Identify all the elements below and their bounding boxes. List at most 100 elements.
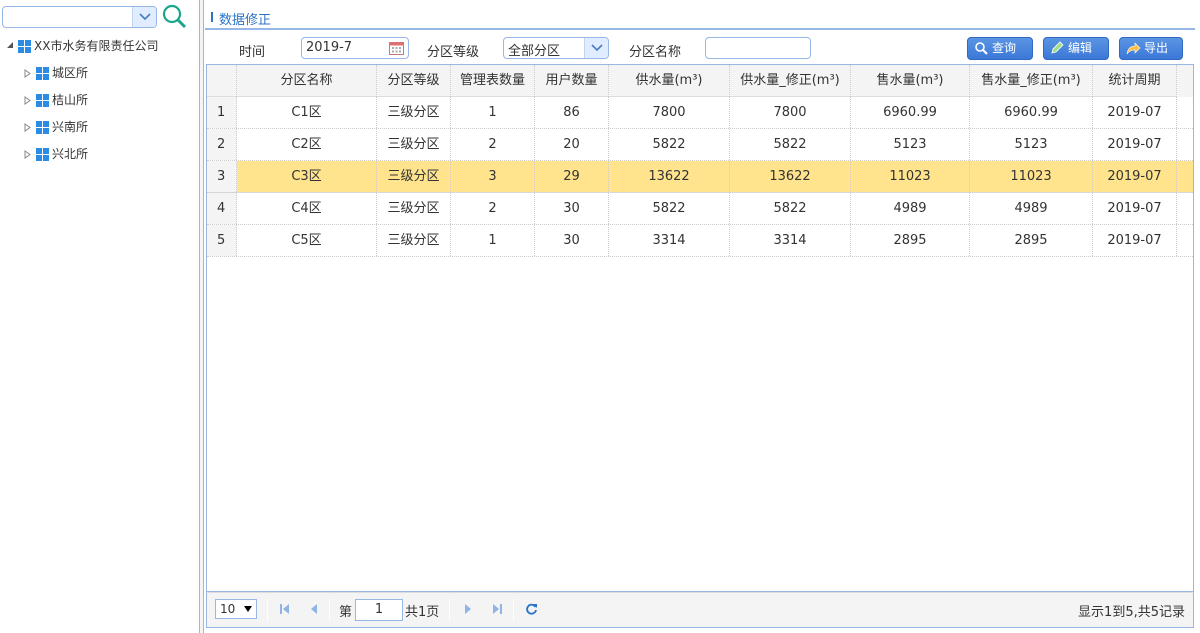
search-icon[interactable]	[160, 3, 188, 29]
table-cell: 三级分区	[377, 193, 451, 224]
column-header[interactable]: 供水量_修正(m³)	[730, 65, 851, 97]
collapsed-triangle-icon[interactable]	[24, 150, 31, 159]
page-number-input[interactable]: 1	[355, 599, 403, 621]
tree-item-chengqu[interactable]: 城区所	[4, 63, 194, 90]
pencil-icon	[1051, 41, 1064, 54]
grid-icon	[36, 148, 49, 161]
table-cell: 2	[451, 129, 535, 160]
page-size-value: 10	[220, 602, 236, 616]
magnifier-icon	[975, 42, 988, 55]
row-number: 5	[207, 225, 237, 256]
zone-name-input[interactable]	[705, 37, 811, 59]
table-cell: 2	[451, 193, 535, 224]
column-header[interactable]: 用户数量	[535, 65, 609, 97]
refresh-icon[interactable]	[525, 603, 538, 616]
grid-header: 分区名称 分区等级 管理表数量 用户数量 供水量(m³) 供水量_修正(m³) …	[207, 65, 1193, 97]
panel-title: 数据修正	[219, 13, 272, 28]
last-page-icon[interactable]	[491, 603, 503, 615]
table-cell: 11023	[851, 161, 970, 192]
pagination-bar: 10 第 1 共1页 显示1到5,共5记录	[206, 592, 1194, 628]
time-value: 2019-7	[306, 40, 353, 55]
grid-icon	[36, 67, 49, 80]
row-number: 1	[207, 97, 237, 128]
table-cell: 20	[535, 129, 609, 160]
grid-icon	[18, 40, 31, 53]
table-row[interactable]: 3 C3区 三级分区 3 29 13622 13622 11023 11023 2019-07	[207, 161, 1193, 193]
query-button[interactable]: 查询	[967, 37, 1033, 60]
tree-item-xingbei[interactable]: 兴北所	[4, 144, 194, 171]
table-cell: 2019-07	[1093, 225, 1177, 256]
org-combo[interactable]	[2, 6, 157, 28]
tree-root-label: XX市水务有限责任公司	[34, 39, 159, 53]
query-label: 查询	[992, 41, 1017, 55]
table-cell: 5822	[730, 129, 851, 160]
org-tree: XX市水务有限责任公司 城区所 桔山所 兴南所 兴北所	[4, 36, 194, 171]
table-cell: 4989	[851, 193, 970, 224]
table-cell: 5822	[609, 129, 730, 160]
column-header[interactable]: 供水量(m³)	[609, 65, 730, 97]
table-cell: 13622	[609, 161, 730, 192]
table-cell: 29	[535, 161, 609, 192]
table-cell: 1	[451, 97, 535, 128]
chevron-down-icon[interactable]	[132, 7, 156, 27]
collapsed-triangle-icon[interactable]	[24, 123, 31, 132]
table-cell: C5区	[237, 225, 377, 256]
table-cell: C2区	[237, 129, 377, 160]
column-header[interactable]: 分区名称	[237, 65, 377, 97]
table-row[interactable]: 4 C4区 三级分区 2 30 5822 5822 4989 4989 2019-07	[207, 193, 1193, 225]
panel-header: 数据修正	[205, 6, 1195, 30]
page-total: 共1页	[405, 605, 440, 620]
table-cell: 2895	[851, 225, 970, 256]
level-value: 全部分区	[508, 44, 561, 59]
column-header[interactable]: 分区等级	[377, 65, 451, 97]
table-cell: 2019-07	[1093, 161, 1177, 192]
caret-down-icon	[244, 606, 252, 612]
tree-item-jieshan[interactable]: 桔山所	[4, 90, 194, 117]
table-cell: 3314	[730, 225, 851, 256]
tree-root[interactable]: XX市水务有限责任公司	[4, 36, 194, 63]
export-button[interactable]: 导出	[1119, 37, 1183, 60]
column-header[interactable]: 管理表数量	[451, 65, 535, 97]
collapsed-triangle-icon[interactable]	[24, 69, 31, 78]
table-row[interactable]: 5 C5区 三级分区 1 30 3314 3314 2895 2895 2019-07	[207, 225, 1193, 257]
title-marker	[211, 12, 213, 22]
table-cell: C4区	[237, 193, 377, 224]
level-select[interactable]: 全部分区	[503, 37, 609, 59]
column-header[interactable]: 售水量_修正(m³)	[970, 65, 1093, 97]
table-cell: 5123	[851, 129, 970, 160]
table-cell: 三级分区	[377, 161, 451, 192]
column-header[interactable]: 售水量(m³)	[851, 65, 970, 97]
data-grid: 分区名称 分区等级 管理表数量 用户数量 供水量(m³) 供水量_修正(m³) …	[206, 64, 1194, 592]
edit-button[interactable]: 编辑	[1043, 37, 1109, 60]
table-cell: 4989	[970, 193, 1093, 224]
collapsed-triangle-icon[interactable]	[24, 96, 31, 105]
prev-page-icon[interactable]	[309, 603, 319, 615]
chevron-down-icon[interactable]	[584, 38, 608, 58]
tree-item-xingnan[interactable]: 兴南所	[4, 117, 194, 144]
left-panel: XX市水务有限责任公司 城区所 桔山所 兴南所 兴北所	[0, 0, 200, 633]
time-date-field[interactable]: 2019-7	[301, 37, 409, 59]
panel-splitter[interactable]	[200, 0, 204, 633]
page-size-select[interactable]: 10	[215, 599, 257, 619]
next-page-icon[interactable]	[463, 603, 473, 615]
filter-toolbar: 时间 2019-7 分区等级 全部分区 分区名称 查询 编辑 导出	[205, 36, 1195, 62]
table-cell: 30	[535, 193, 609, 224]
row-number-header	[207, 65, 237, 97]
table-cell: 1	[451, 225, 535, 256]
table-cell: C1区	[237, 97, 377, 128]
expanded-triangle-icon[interactable]	[6, 41, 14, 49]
table-row[interactable]: 1 C1区 三级分区 1 86 7800 7800 6960.99 6960.99 2019-07	[207, 97, 1193, 129]
pager-separator	[267, 599, 268, 621]
table-cell: 6960.99	[851, 97, 970, 128]
row-number: 2	[207, 129, 237, 160]
table-row[interactable]: 2 C2区 三级分区 2 20 5822 5822 5123 5123 2019-07	[207, 129, 1193, 161]
tree-item-label: 城区所	[52, 66, 89, 80]
table-cell: 三级分区	[377, 225, 451, 256]
first-page-icon[interactable]	[279, 603, 291, 615]
column-header[interactable]: 统计周期	[1093, 65, 1177, 97]
time-label: 时间	[239, 45, 266, 60]
calendar-icon[interactable]	[389, 41, 404, 55]
record-info: 显示1到5,共5记录	[1078, 605, 1185, 620]
table-cell: 5123	[970, 129, 1093, 160]
table-cell: C3区	[237, 161, 377, 192]
